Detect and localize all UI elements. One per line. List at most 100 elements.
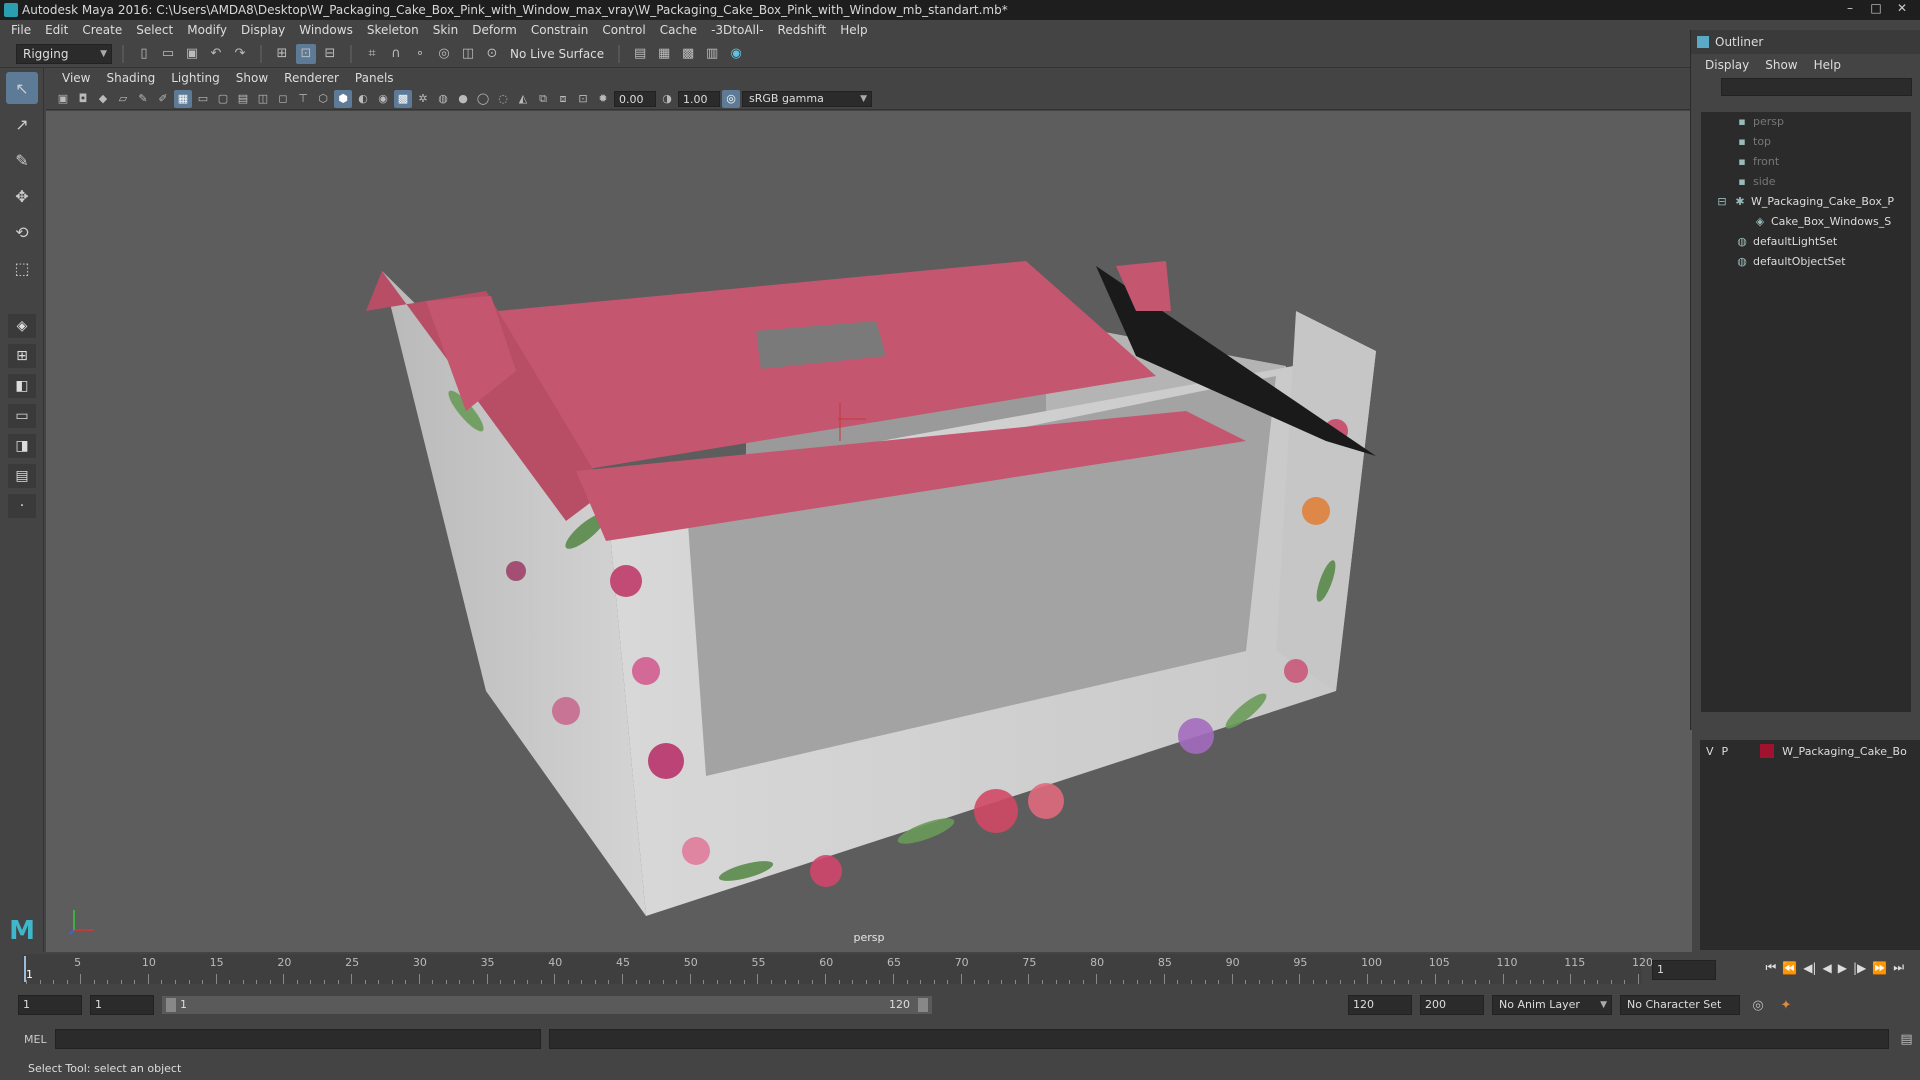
close-button[interactable]: ✕ [1890, 0, 1914, 16]
select-object-icon[interactable]: ⊡ [296, 43, 316, 64]
auto-key-icon[interactable]: ◎ [1748, 995, 1768, 1015]
character-set-dropdown[interactable]: No Character Set [1620, 995, 1740, 1015]
exposure-icon[interactable]: ✹ [594, 90, 612, 108]
layer-visibility-toggle[interactable]: V [1706, 745, 1714, 758]
outliner-item-object-set[interactable]: ◍ defaultObjectSet [1701, 252, 1911, 272]
menu-skeleton[interactable]: Skeleton [360, 23, 426, 37]
make-live-icon[interactable]: ⊙ [482, 44, 502, 64]
step-forward-key-icon[interactable]: ⏩ [1872, 961, 1887, 975]
panel-menu-panels[interactable]: Panels [347, 71, 402, 85]
outliner-item-light-set[interactable]: ◍ defaultLightSet [1701, 232, 1911, 252]
menuset-dropdown[interactable]: Rigging ▼ [16, 43, 112, 64]
outliner-menu-help[interactable]: Help [1806, 58, 1849, 72]
collapse-icon[interactable]: ⊟ [1715, 192, 1729, 212]
command-language-label[interactable]: MEL [24, 1033, 47, 1046]
panel-menu-view[interactable]: View [54, 71, 98, 85]
menu-help[interactable]: Help [833, 23, 874, 37]
camera-attributes-icon[interactable]: ▣ [54, 90, 72, 108]
menu-create[interactable]: Create [75, 23, 129, 37]
menu-skin[interactable]: Skin [426, 23, 466, 37]
menu-file[interactable]: File [4, 23, 38, 37]
color-space-dropdown[interactable]: sRGB gamma ▼ [742, 90, 872, 107]
panel-menu-shading[interactable]: Shading [98, 71, 163, 85]
render-view-icon[interactable]: ▥ [702, 44, 722, 64]
anti-aliasing-icon[interactable]: ◯ [474, 90, 492, 108]
snap-point-icon[interactable]: ∘ [410, 44, 430, 64]
menu-display[interactable]: Display [234, 23, 292, 37]
script-editor-icon[interactable]: ▤ [1897, 1029, 1917, 1049]
safe-action-icon[interactable]: ◻ [274, 90, 292, 108]
single-perspective-layout-icon[interactable]: ◈ [8, 314, 36, 338]
layer-playback-toggle[interactable]: P [1722, 745, 1729, 758]
current-frame-field[interactable]: 1 [1652, 960, 1716, 980]
command-input[interactable] [54, 1029, 541, 1049]
exposure-field[interactable]: 0.00 [614, 90, 656, 107]
redo-icon[interactable]: ↷ [230, 44, 250, 64]
xray-icon[interactable]: ⧉ [534, 90, 552, 108]
persp-graph-layout-icon[interactable]: ▭ [8, 404, 36, 428]
menu-edit[interactable]: Edit [38, 23, 75, 37]
play-backwards-icon[interactable]: ◀ [1822, 961, 1831, 975]
resolution-gate-icon[interactable]: ▢ [214, 90, 232, 108]
outliner-item-front[interactable]: ▪ front [1701, 152, 1911, 172]
playback-start-field[interactable]: 1 [90, 995, 154, 1015]
cake-box-model[interactable] [46, 111, 1692, 952]
menu-redshift[interactable]: Redshift [771, 23, 834, 37]
snap-curve-icon[interactable]: ∩ [386, 44, 406, 64]
time-slider-track[interactable]: 1 5 10 15 20 25 30 35 40 45 50 55 60 65 70 75 80 85 90 95 1… [22, 954, 1653, 984]
anim-layer-dropdown[interactable]: No Anim Layer ▼ [1492, 995, 1612, 1015]
camera-icon[interactable]: ◘ [74, 90, 92, 108]
custom-layout-icon[interactable]: ▤ [8, 464, 36, 488]
xray-joints-icon[interactable]: ⧈ [554, 90, 572, 108]
pencil-icon[interactable]: ✐ [154, 90, 172, 108]
select-tool-icon[interactable]: ↖ [6, 72, 38, 104]
more-layouts-icon[interactable]: · [8, 494, 36, 518]
grease-pencil-icon[interactable]: ✎ [134, 90, 152, 108]
outliner-search-input[interactable] [1721, 78, 1912, 96]
outliner-item-side[interactable]: ▪ side [1701, 172, 1911, 192]
paint-select-tool-icon[interactable]: ✎ [6, 144, 38, 176]
step-back-key-icon[interactable]: ⏪ [1782, 961, 1797, 975]
ambient-occlusion-icon[interactable]: ◍ [434, 90, 452, 108]
outliner-item-mesh[interactable]: ◈ Cake_Box_Windows_S [1701, 212, 1911, 232]
hypershade-icon[interactable]: ◉ [726, 44, 746, 64]
animation-preferences-icon[interactable]: ✦ [1776, 995, 1796, 1015]
four-view-layout-icon[interactable]: ⊞ [8, 344, 36, 368]
shadows-icon[interactable]: ◉ [374, 90, 392, 108]
animation-start-field[interactable]: 1 [18, 995, 82, 1015]
render-settings-icon[interactable]: ▤ [630, 44, 650, 64]
safe-title-icon[interactable]: ⊤ [294, 90, 312, 108]
render-frame-icon[interactable]: ▦ [654, 44, 674, 64]
gate-mask-icon[interactable]: ▤ [234, 90, 252, 108]
outliner-item-persp[interactable]: ▪ persp [1701, 112, 1911, 132]
range-slider[interactable]: 1 120 [162, 996, 932, 1014]
select-component-icon[interactable]: ⊟ [320, 44, 340, 64]
outliner-item-group[interactable]: ⊟ ✱ W_Packaging_Cake_Box_P [1701, 192, 1911, 212]
step-back-frame-icon[interactable]: ◀| [1803, 961, 1816, 975]
snap-surface-icon[interactable]: ◫ [458, 44, 478, 64]
panel-menu-lighting[interactable]: Lighting [163, 71, 228, 85]
wireframe-icon[interactable]: ⬡ [314, 90, 332, 108]
gamma-field[interactable]: 1.00 [678, 90, 720, 107]
hypershade-layout-icon[interactable]: ◨ [8, 434, 36, 458]
textured-icon[interactable]: ▩ [394, 89, 412, 108]
ipr-render-icon[interactable]: ▩ [678, 44, 698, 64]
menu-deform[interactable]: Deform [465, 23, 524, 37]
default-lighting-icon[interactable]: ◐ [354, 90, 372, 108]
menu-select[interactable]: Select [129, 23, 180, 37]
outliner-menu-show[interactable]: Show [1757, 58, 1805, 72]
outliner-menu-display[interactable]: Display [1697, 58, 1757, 72]
gamma-icon[interactable]: ◑ [658, 90, 676, 108]
go-to-end-icon[interactable]: ⏭ [1893, 960, 1904, 975]
panel-menu-renderer[interactable]: Renderer [276, 71, 347, 85]
xray-components-icon[interactable]: ⊡ [574, 90, 592, 108]
menu-constrain[interactable]: Constrain [524, 23, 596, 37]
layer-row[interactable]: V P W_Packaging_Cake_Bo [1700, 740, 1920, 762]
move-tool-icon[interactable]: ✥ [6, 180, 38, 212]
animation-end-field[interactable]: 200 [1420, 995, 1484, 1015]
smooth-shade-icon[interactable]: ⬢ [334, 89, 352, 108]
persp-outliner-layout-icon[interactable]: ◧ [8, 374, 36, 398]
go-to-start-icon[interactable]: ⏮ [1765, 960, 1776, 975]
menu-3dtoall[interactable]: -3DtoAll- [704, 23, 770, 37]
film-gate-icon[interactable]: ▭ [194, 90, 212, 108]
